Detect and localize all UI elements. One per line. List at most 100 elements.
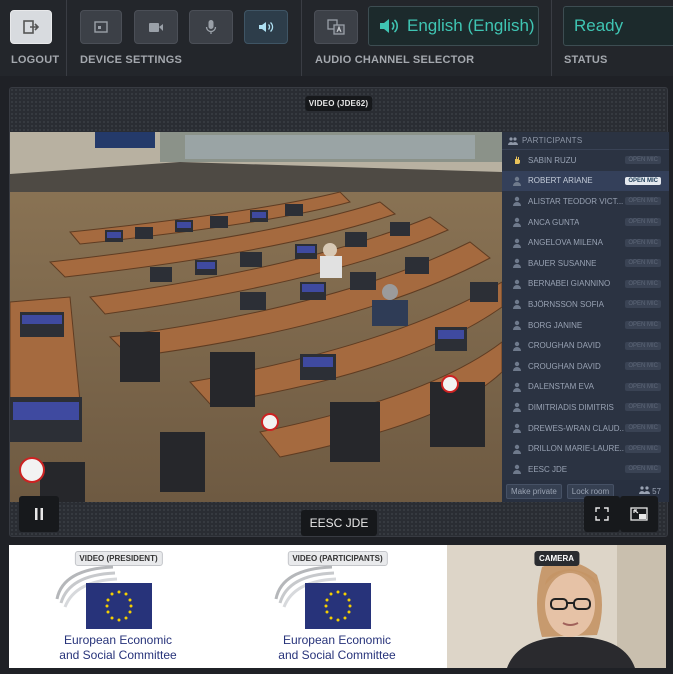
open-mic-button[interactable]: OPEN MIC bbox=[625, 403, 661, 412]
participant-name: CROUGHAN DAVID bbox=[528, 361, 601, 371]
participant-row[interactable]: CROUGHAN DAVID OPEN MIC bbox=[502, 335, 669, 356]
pause-button[interactable] bbox=[19, 496, 59, 532]
participant-name: ANCA GUNTA bbox=[528, 217, 580, 227]
participant-row[interactable]: ROBERT ARIANE OPEN MIC bbox=[502, 170, 669, 192]
top-toolbar: LOGOUT DEVICE SETTINGS English (English)… bbox=[0, 0, 673, 76]
participant-row[interactable]: EESC JDE OPEN MIC bbox=[502, 459, 669, 480]
translate-button[interactable] bbox=[314, 10, 358, 44]
camera-icon bbox=[149, 22, 163, 32]
microphone-button[interactable] bbox=[189, 10, 233, 44]
logout-label: LOGOUT bbox=[11, 54, 60, 66]
participant-name: CROUGHAN DAVID bbox=[528, 341, 601, 351]
user-icon bbox=[513, 197, 521, 207]
pip-icon bbox=[630, 507, 648, 521]
thumbnail-camera[interactable]: CAMERA bbox=[447, 545, 666, 668]
participant-row[interactable]: BERNABEI GIANNINO OPEN MIC bbox=[502, 274, 669, 295]
participant-name: DREWES-WRAN CLAUD... bbox=[528, 423, 624, 433]
audio-channel-label: AUDIO CHANNEL SELECTOR bbox=[315, 54, 475, 66]
participant-name: DIMITRIADIS DIMITRIS bbox=[528, 402, 614, 412]
participant-name: ROBERT ARIANE bbox=[528, 176, 593, 186]
screen-settings-button[interactable] bbox=[80, 10, 122, 44]
room-video-feed bbox=[10, 132, 502, 502]
org-name-line2: and Social Committee bbox=[59, 648, 177, 662]
picture-in-picture-button[interactable] bbox=[620, 496, 658, 532]
user-icon bbox=[513, 403, 521, 413]
open-mic-button[interactable]: OPEN MIC bbox=[625, 238, 661, 247]
participant-row[interactable]: ANCA GUNTA OPEN MIC bbox=[502, 212, 669, 233]
microphone-icon bbox=[205, 20, 217, 34]
thumbnail-participants[interactable]: VIDEO (PARTICIPANTS) European Economic a… bbox=[228, 545, 447, 668]
open-mic-button[interactable]: OPEN MIC bbox=[625, 279, 661, 288]
logout-icon bbox=[23, 20, 40, 34]
participant-row[interactable]: ANGELOVA MILENA OPEN MIC bbox=[502, 232, 669, 253]
open-mic-button[interactable]: OPEN MIC bbox=[625, 259, 661, 268]
participant-row[interactable]: SABIN RUZU OPEN MIC bbox=[502, 150, 669, 171]
participant-row[interactable]: DRILLON MARIE-LAURE... OPEN MIC bbox=[502, 438, 669, 459]
participant-row[interactable]: DALENSTAM EVA OPEN MIC bbox=[502, 377, 669, 398]
thumbnail-tag: CAMERA bbox=[533, 551, 580, 566]
user-icon bbox=[513, 259, 521, 269]
participant-count: 57 bbox=[638, 486, 661, 496]
conference-room-image bbox=[10, 132, 502, 502]
participant-row[interactable]: BJÖRNSSON SOFIA OPEN MIC bbox=[502, 294, 669, 315]
participants-panel: PARTICIPANTS SABIN RUZU OPEN MIC ROBERT AR… bbox=[502, 132, 669, 502]
eesc-logo bbox=[274, 565, 371, 629]
settings-window-icon bbox=[94, 21, 108, 33]
translate-icon bbox=[327, 19, 345, 35]
user-icon bbox=[513, 465, 521, 475]
user-icon bbox=[513, 382, 521, 392]
open-mic-button[interactable]: OPEN MIC bbox=[625, 465, 661, 474]
language-selector[interactable]: English (English) bbox=[368, 6, 539, 46]
user-icon bbox=[513, 320, 521, 331]
eesc-logo bbox=[55, 565, 152, 629]
open-mic-button[interactable]: OPEN MIC bbox=[625, 300, 661, 309]
participant-row[interactable]: BORG JANINE OPEN MIC bbox=[502, 315, 669, 336]
make-private-button[interactable]: Make private bbox=[506, 483, 562, 499]
thumbnail-president[interactable]: VIDEO (PRESIDENT) European Economic and … bbox=[9, 545, 228, 668]
fullscreen-icon bbox=[595, 507, 609, 521]
participant-row[interactable]: CROUGHAN DAVID OPEN MIC bbox=[502, 356, 669, 377]
status-label: STATUS bbox=[564, 54, 608, 66]
speaker-button[interactable] bbox=[244, 10, 288, 44]
open-mic-button[interactable]: OPEN MIC bbox=[625, 156, 661, 165]
open-mic-button[interactable]: OPEN MIC bbox=[625, 197, 661, 206]
participant-name: BAUER SUSANNE bbox=[528, 258, 597, 268]
open-mic-button[interactable]: OPEN MIC bbox=[625, 341, 661, 350]
participant-row[interactable]: BAUER SUSANNE OPEN MIC bbox=[502, 253, 669, 274]
main-video-tag: VIDEO (JDE62) bbox=[304, 96, 373, 111]
user-icon bbox=[513, 217, 521, 228]
open-mic-button[interactable]: OPEN MIC bbox=[625, 424, 661, 433]
selected-language: English (English) bbox=[407, 16, 535, 35]
participant-row[interactable]: DREWES-WRAN CLAUD... OPEN MIC bbox=[502, 418, 669, 439]
hand-raised-icon bbox=[515, 156, 520, 165]
participant-name: ANGELOVA MILENA bbox=[528, 238, 603, 248]
open-mic-button[interactable]: OPEN MIC bbox=[625, 321, 661, 330]
fullscreen-button[interactable] bbox=[584, 496, 620, 532]
open-mic-button[interactable]: OPEN MIC bbox=[625, 218, 661, 227]
participant-name: EESC JDE bbox=[528, 464, 568, 474]
status-text: Ready bbox=[574, 16, 624, 35]
user-icon bbox=[513, 176, 521, 186]
users-icon bbox=[508, 136, 518, 145]
user-icon bbox=[513, 362, 521, 372]
speaker-icon bbox=[380, 19, 399, 33]
participant-count-value: 57 bbox=[652, 487, 661, 496]
org-name-line1: European Economic bbox=[63, 633, 173, 647]
camera-button[interactable] bbox=[134, 10, 178, 44]
logout-button[interactable] bbox=[10, 10, 52, 44]
participant-name: DRILLON MARIE-LAURE... bbox=[528, 444, 624, 454]
room-name-label: EESC JDE bbox=[301, 510, 377, 536]
open-mic-button[interactable]: OPEN MIC bbox=[625, 362, 661, 371]
users-icon bbox=[638, 486, 650, 494]
participant-name: DALENSTAM EVA bbox=[528, 382, 594, 392]
participant-row[interactable]: DIMITRIADIS DIMITRIS OPEN MIC bbox=[502, 397, 669, 418]
user-icon bbox=[513, 279, 521, 289]
user-icon bbox=[513, 300, 521, 310]
participant-row[interactable]: ALISTAR TEODOR VICT... OPEN MIC bbox=[502, 191, 669, 212]
user-icon bbox=[513, 238, 521, 248]
open-mic-button[interactable]: OPEN MIC bbox=[625, 382, 661, 391]
org-name-line2: and Social Committee bbox=[278, 648, 396, 662]
status-indicator: Ready bbox=[563, 6, 673, 46]
open-mic-button[interactable]: OPEN MIC bbox=[625, 444, 661, 453]
open-mic-button[interactable]: OPEN MIC bbox=[625, 176, 661, 185]
